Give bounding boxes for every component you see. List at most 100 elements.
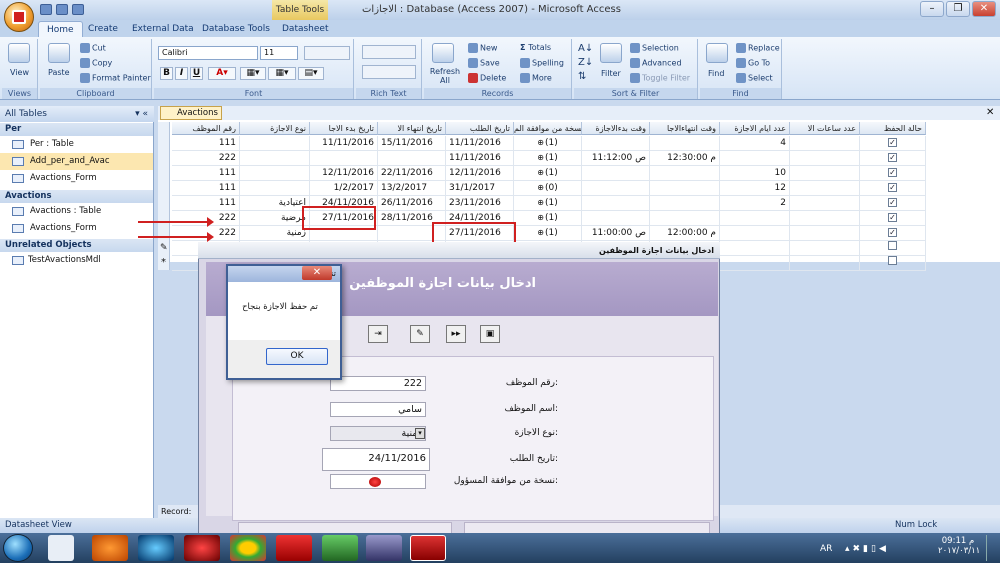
cell-employee-id[interactable]: 222: [172, 226, 240, 241]
next-record-icon[interactable]: ▸▸: [446, 325, 466, 343]
request-date-field[interactable]: 24/11/2016: [322, 448, 430, 471]
column-header-leave-type[interactable]: نوع الاجازة: [240, 122, 310, 135]
checkbox[interactable]: ✓: [888, 168, 897, 177]
checkbox[interactable]: ✓: [888, 198, 897, 207]
new-record-button[interactable]: New: [468, 43, 497, 53]
cell-request-date[interactable]: 23/11/2016: [446, 196, 514, 211]
indent-buttons[interactable]: [362, 45, 416, 59]
nav-group-per[interactable]: Per: [0, 123, 153, 136]
book-icon[interactable]: ▣: [480, 325, 500, 343]
cell-request-date[interactable]: 31/1/2017: [446, 181, 514, 196]
cell-end-time[interactable]: [650, 181, 720, 196]
cell-start-date[interactable]: 1/2/2017: [310, 181, 378, 196]
spelling-button[interactable]: Spelling: [520, 58, 564, 68]
nav-collapse-icon[interactable]: ▾ «: [135, 106, 148, 122]
cell-end-date[interactable]: 13/2/2017: [378, 181, 446, 196]
nav-header[interactable]: All Tables ▾ «: [0, 106, 154, 122]
exit-icon[interactable]: ⇥: [368, 325, 388, 343]
cut-button[interactable]: Cut: [80, 43, 106, 53]
save-record-button[interactable]: Save: [468, 58, 500, 68]
column-header-request-date[interactable]: تاريخ الطلب: [446, 122, 514, 135]
sort-ascending-icon[interactable]: A↓: [578, 43, 593, 54]
column-header-start-time[interactable]: وقت بدءالاجازة: [582, 122, 650, 135]
more-button[interactable]: More: [520, 73, 552, 83]
cell-end-time[interactable]: [650, 136, 720, 151]
replace-button[interactable]: Replace: [736, 43, 780, 53]
column-header-leave-days[interactable]: عدد ايام الاجازة: [720, 122, 790, 135]
cell-start-time[interactable]: [582, 196, 650, 211]
column-header-employee-id[interactable]: رقم الموظف: [172, 122, 240, 135]
gridlines-button[interactable]: ▦▾: [268, 67, 296, 80]
dropdown-arrow-icon[interactable]: ▾: [415, 428, 425, 439]
employee-id-field[interactable]: 222: [330, 376, 426, 391]
office-button[interactable]: [4, 2, 34, 32]
checkbox[interactable]: [888, 256, 897, 265]
column-header-leave-hours[interactable]: عدد ساعات الا: [790, 122, 860, 135]
copy-button[interactable]: Copy: [80, 58, 112, 68]
cell-request-date[interactable]: 11/11/2016: [446, 151, 514, 166]
cell-save-status[interactable]: ✓: [860, 166, 926, 181]
filter-button[interactable]: Filter: [601, 69, 621, 78]
leave-type-select[interactable]: ▾ زمنية: [330, 426, 426, 441]
underline-button[interactable]: U: [190, 67, 203, 80]
nav-item-test-module[interactable]: TestAvactionsMdl: [0, 252, 153, 269]
cell-leave-type[interactable]: زمنية: [240, 226, 310, 241]
checkbox[interactable]: ✓: [888, 138, 897, 147]
cell-request-date[interactable]: 11/11/2016: [446, 136, 514, 151]
cell-save-status[interactable]: ✓: [860, 226, 926, 241]
cell-leave-hours[interactable]: [790, 136, 860, 151]
column-header-save-status[interactable]: حالة الحفظ: [860, 122, 926, 135]
refresh-all-button[interactable]: Refresh All: [428, 67, 462, 85]
cell-end-date[interactable]: [378, 151, 446, 166]
align-buttons[interactable]: [304, 46, 350, 60]
cell-end-time[interactable]: 12:30:00 م: [650, 151, 720, 166]
employee-name-field[interactable]: سامي: [330, 402, 426, 417]
cell-leave-days[interactable]: [720, 226, 790, 241]
nav-group-avactions[interactable]: Avactions: [0, 190, 153, 203]
cell-start-time[interactable]: [582, 166, 650, 181]
cell-leave-days[interactable]: [720, 241, 790, 256]
pdf-reader-icon[interactable]: [276, 535, 312, 561]
paste-button[interactable]: Paste: [48, 68, 70, 77]
nav-item-add-per-and-avac[interactable]: Add_per_and_Avac: [0, 153, 153, 170]
firefox-icon[interactable]: [92, 535, 128, 561]
italic-button[interactable]: I: [175, 67, 188, 80]
ok-button[interactable]: OK: [266, 348, 328, 365]
cell-end-date[interactable]: 15/11/2016: [378, 136, 446, 151]
cell-end-date[interactable]: 22/11/2016: [378, 166, 446, 181]
utorrent-icon[interactable]: [322, 535, 358, 561]
bold-button[interactable]: B: [160, 67, 173, 80]
approval-attachment-field[interactable]: [330, 474, 426, 489]
undo-icon[interactable]: [56, 4, 68, 15]
message-close-button[interactable]: ✕: [302, 266, 332, 280]
clear-sort-icon[interactable]: ⇅: [578, 71, 586, 82]
cell-leave-hours[interactable]: [790, 256, 860, 271]
cell-end-time[interactable]: [650, 196, 720, 211]
cell-request-date[interactable]: 12/11/2016: [446, 166, 514, 181]
start-button[interactable]: [3, 534, 33, 562]
cell-approval-copy[interactable]: ⊕(1): [514, 196, 582, 211]
goto-button[interactable]: Go To: [736, 58, 770, 68]
cell-end-date[interactable]: 26/11/2016: [378, 196, 446, 211]
cell-employee-id[interactable]: 111: [172, 136, 240, 151]
cell-leave-days[interactable]: 10: [720, 166, 790, 181]
cell-end-time[interactable]: [650, 211, 720, 226]
show-desktop-button[interactable]: [986, 535, 998, 561]
cell-leave-days[interactable]: [720, 151, 790, 166]
cell-approval-copy[interactable]: ⊕(1): [514, 211, 582, 226]
cell-save-status[interactable]: ✓: [860, 136, 926, 151]
checkbox[interactable]: [888, 241, 897, 250]
list-buttons[interactable]: [362, 65, 416, 79]
cell-leave-type[interactable]: مرضية: [240, 211, 310, 226]
cell-approval-copy[interactable]: ⊕(1): [514, 151, 582, 166]
edit-icon[interactable]: ✎: [410, 325, 430, 343]
minimize-button[interactable]: –: [920, 1, 944, 17]
cell-leave-type[interactable]: اعتيادية: [240, 196, 310, 211]
view-button[interactable]: View: [10, 68, 29, 77]
tab-create[interactable]: Create: [80, 21, 126, 37]
cell-approval-copy[interactable]: ⊕(1): [514, 136, 582, 151]
select-button[interactable]: Select: [736, 73, 773, 83]
column-header-end-date[interactable]: تاريخ انتهاء الا: [378, 122, 446, 135]
alt-fill-button[interactable]: ▤▾: [298, 67, 324, 80]
cell-leave-hours[interactable]: [790, 166, 860, 181]
